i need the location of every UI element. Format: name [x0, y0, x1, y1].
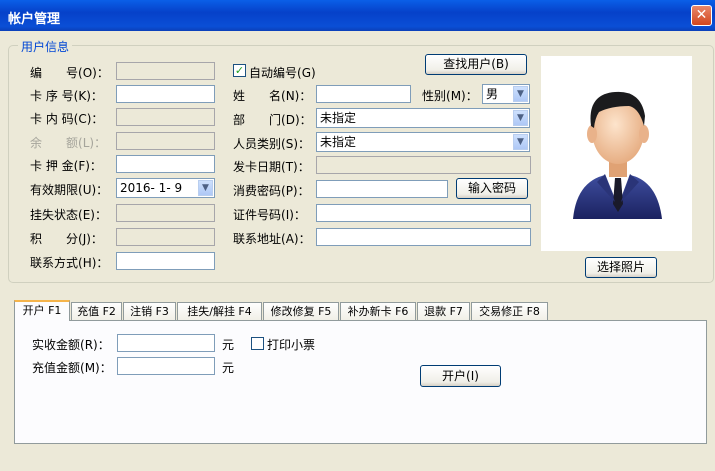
- label-kayajin: 卡 押 金(F)：: [30, 159, 102, 173]
- label-xiaofei: 消费密码(P)：: [233, 184, 310, 198]
- name-field[interactable]: [316, 85, 411, 103]
- label-kaxuhao: 卡 序 号(K)：: [30, 89, 103, 103]
- label-xingming: 姓 名(N)：: [233, 89, 312, 103]
- jifen-field: [116, 228, 215, 246]
- department-select[interactable]: 未指定 ▼: [316, 108, 530, 128]
- label-received-amount: 实收金额(R)：: [32, 338, 110, 352]
- label-youxiao: 有效期限(U)：: [30, 183, 109, 197]
- tab-reissue-card[interactable]: 补办新卡 F6: [340, 302, 416, 321]
- label-kaneima: 卡 内 码(C)：: [30, 112, 104, 126]
- personnel-type-select[interactable]: 未指定 ▼: [316, 132, 530, 152]
- department-value: 未指定: [320, 111, 357, 125]
- user-info-group-title: 用户信息: [18, 38, 73, 55]
- personnel-type-value: 未指定: [320, 135, 357, 149]
- close-button[interactable]: ✕: [691, 5, 712, 26]
- recharge-amount-field[interactable]: [117, 357, 215, 375]
- consume-password-field[interactable]: [316, 180, 448, 198]
- label-yue: 余 额(L)：: [30, 136, 107, 150]
- expiry-date-picker[interactable]: 2016- 1- 9 ▼: [116, 178, 215, 198]
- choose-photo-button[interactable]: 选择照片: [585, 257, 657, 278]
- gender-select[interactable]: 男 ▼: [482, 84, 530, 104]
- print-receipt-checkbox[interactable]: [251, 337, 264, 350]
- kaxuhao-field[interactable]: [116, 85, 215, 103]
- auto-number-checkbox[interactable]: ✓: [233, 64, 246, 77]
- expiry-date-value: 2016- 1- 9: [120, 181, 183, 195]
- label-bumen: 部 门(D)：: [233, 113, 312, 127]
- tab-report-loss[interactable]: 挂失/解挂 F4: [177, 302, 262, 321]
- user-avatar-icon: [573, 91, 662, 219]
- kaneima-field: [116, 108, 215, 126]
- window-title: 帐户管理: [8, 12, 61, 27]
- bianhao-field: [116, 62, 215, 80]
- address-field[interactable]: [316, 228, 531, 246]
- label-dizhi: 联系地址(A)：: [233, 232, 311, 246]
- received-amount-field[interactable]: [117, 334, 215, 352]
- function-tabs: 开户 F1 充值 F2 注销 F3 挂失/解挂 F4 修改修复 F5 补办新卡 …: [14, 300, 714, 321]
- label-bianhao: 编 号(O)：: [30, 66, 109, 80]
- chevron-down-icon[interactable]: ▼: [513, 134, 528, 150]
- issue-date-field: [316, 156, 531, 174]
- label-renyuan: 人员类别(S)：: [233, 137, 310, 151]
- tab-refund[interactable]: 退款 F7: [417, 302, 470, 321]
- yue-field: [116, 132, 215, 150]
- find-user-button[interactable]: 查找用户(B): [425, 54, 527, 75]
- account-management-window: 帐户管理 ✕ 用户信息 编 号(O)： 卡 序 号(K)： 卡 内 码(C)： …: [0, 0, 715, 471]
- print-receipt-label: 打印小票: [267, 338, 316, 352]
- guashi-field: [116, 204, 215, 222]
- chevron-down-icon[interactable]: ▼: [513, 110, 528, 126]
- recharge-unit: 元: [222, 361, 235, 375]
- tab-recharge[interactable]: 充值 F2: [71, 302, 122, 321]
- title-bar: 帐户管理 ✕: [0, 0, 715, 31]
- chevron-down-icon[interactable]: ▼: [198, 180, 213, 196]
- gender-value: 男: [486, 87, 499, 101]
- open-account-button[interactable]: 开户(I): [420, 365, 501, 387]
- label-jifen: 积 分(J)：: [30, 232, 103, 246]
- tab-open-account[interactable]: 开户 F1: [14, 300, 70, 321]
- lianxi-field[interactable]: [116, 252, 215, 270]
- tab-modify-repair[interactable]: 修改修复 F5: [263, 302, 339, 321]
- label-recharge-amount: 充值金额(M)：: [32, 361, 112, 375]
- chevron-down-icon[interactable]: ▼: [513, 86, 528, 102]
- received-unit: 元: [222, 338, 235, 352]
- label-lianxi: 联系方式(H)：: [30, 256, 109, 270]
- label-xingbie: 性别(M)：: [422, 89, 478, 103]
- label-fakariqi: 发卡日期(T)：: [233, 160, 310, 174]
- kayajin-field[interactable]: [116, 155, 215, 173]
- enter-password-button[interactable]: 输入密码: [456, 178, 528, 199]
- tab-transaction-fix[interactable]: 交易修正 F8: [471, 302, 548, 321]
- tab-cancel[interactable]: 注销 F3: [123, 302, 176, 321]
- label-guashi: 挂失状态(E)：: [30, 208, 107, 222]
- id-number-field[interactable]: [316, 204, 531, 222]
- user-photo: [541, 56, 692, 251]
- auto-number-label: 自动编号(G): [249, 66, 316, 80]
- label-zhengjian: 证件号码(I)：: [233, 208, 306, 222]
